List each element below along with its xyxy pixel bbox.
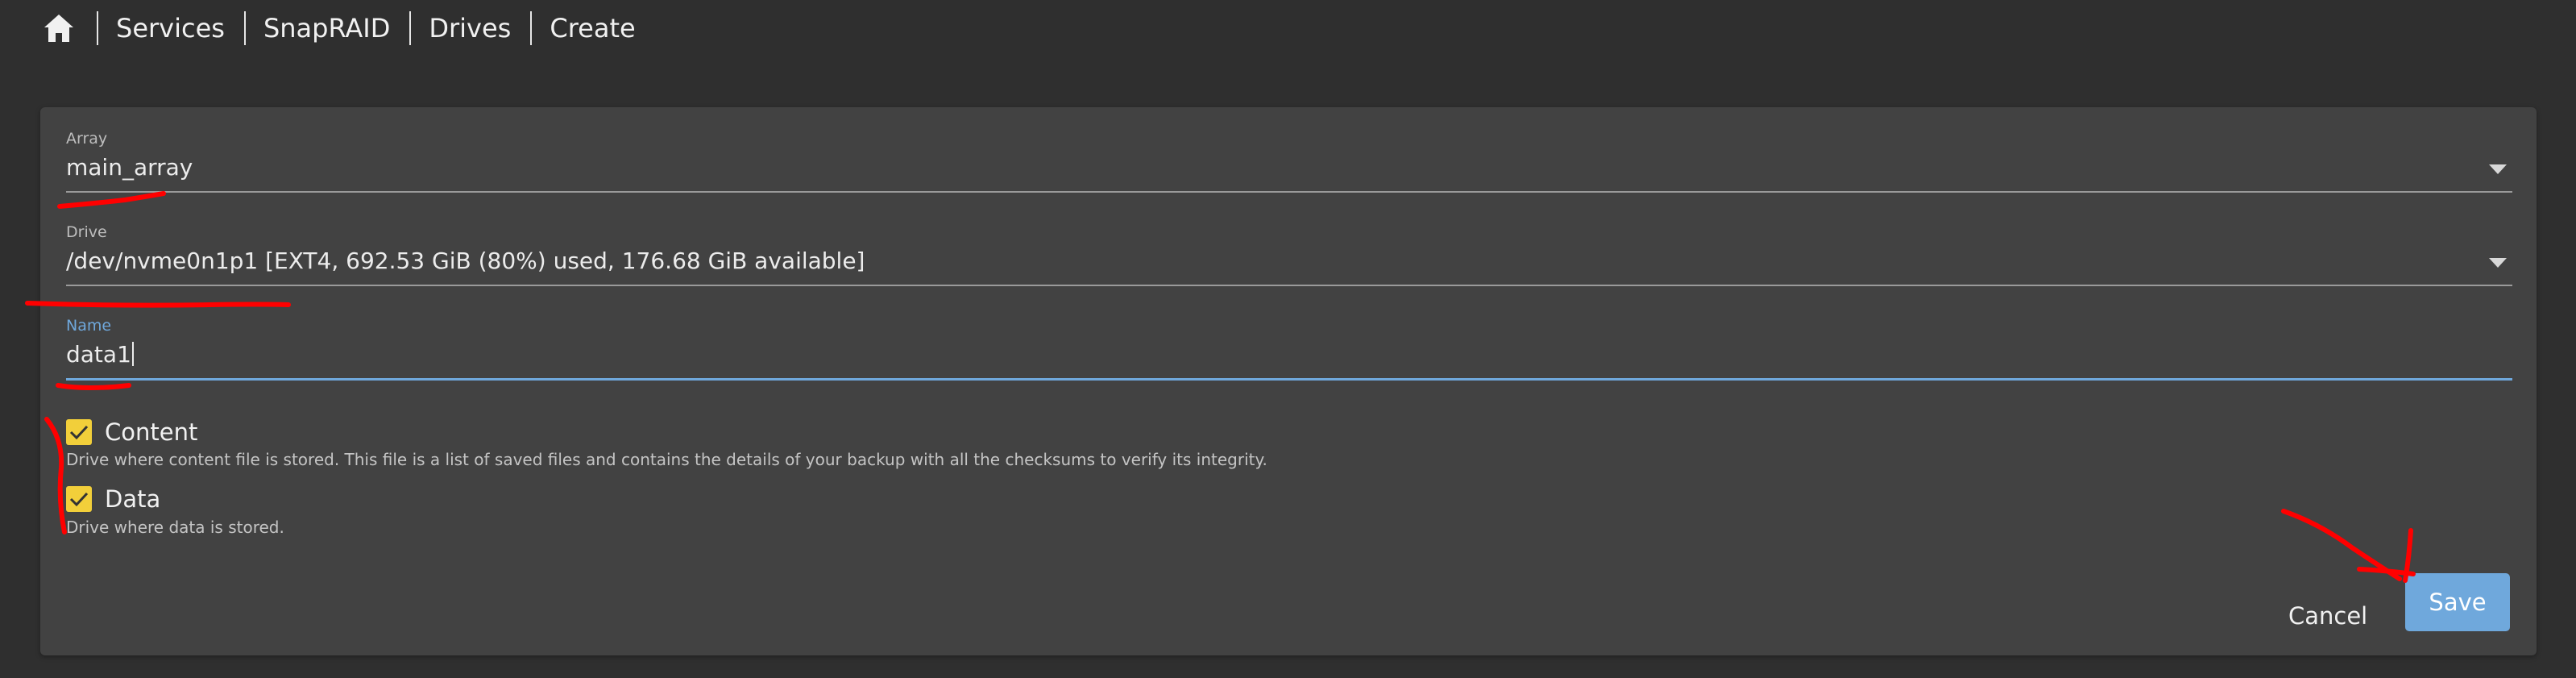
drive-label: Drive	[66, 223, 107, 241]
array-select[interactable]: Array main_array	[66, 130, 2512, 194]
breadcrumb-separator	[530, 11, 533, 45]
chevron-down-icon[interactable]	[2483, 254, 2512, 272]
content-checkbox-label: Content	[105, 418, 198, 446]
data-hint: Drive where data is stored.	[66, 518, 284, 537]
array-value[interactable]: main_array	[66, 154, 193, 181]
drive-underline	[66, 285, 2512, 286]
name-input[interactable]: data1	[66, 341, 134, 368]
content-hint: Drive where content file is stored. This…	[66, 450, 1267, 469]
breadcrumb-create: Create	[550, 13, 636, 44]
name-input-value: data1	[66, 341, 131, 368]
breadcrumb-separator	[243, 11, 246, 45]
save-button[interactable]: Save	[2405, 573, 2510, 631]
checkmark-icon	[69, 492, 89, 507]
name-underline	[66, 378, 2512, 381]
text-caret	[131, 342, 134, 366]
name-field[interactable]: Name data1	[66, 317, 2512, 381]
data-checkbox-row[interactable]: Data	[66, 485, 160, 513]
breadcrumb-separator	[97, 11, 98, 45]
array-label: Array	[66, 130, 108, 148]
checkmark-icon	[69, 425, 89, 440]
breadcrumb-separator	[409, 11, 412, 45]
breadcrumb-services[interactable]: Services	[116, 8, 225, 48]
breadcrumb: Services SnapRAID Drives Create	[40, 8, 636, 48]
drive-value[interactable]: /dev/nvme0n1p1 [EXT4, 692.53 GiB (80%) u…	[66, 247, 865, 274]
content-checkbox[interactable]	[66, 419, 92, 445]
chevron-down-icon[interactable]	[2483, 160, 2512, 178]
data-checkbox-label: Data	[105, 485, 161, 513]
drive-form-card: Array main_array Drive /dev/nvme0n1p1 [E…	[40, 107, 2537, 655]
data-checkbox[interactable]	[66, 486, 92, 512]
home-icon[interactable]	[40, 10, 77, 47]
cancel-button[interactable]: Cancel	[2285, 588, 2371, 644]
content-checkbox-row[interactable]: Content	[66, 418, 197, 446]
name-label: Name	[66, 317, 112, 335]
breadcrumb-snapraid[interactable]: SnapRAID	[263, 8, 390, 48]
breadcrumb-drives[interactable]: Drives	[429, 8, 511, 48]
array-underline	[66, 191, 2512, 193]
drive-select[interactable]: Drive /dev/nvme0n1p1 [EXT4, 692.53 GiB (…	[66, 223, 2512, 288]
